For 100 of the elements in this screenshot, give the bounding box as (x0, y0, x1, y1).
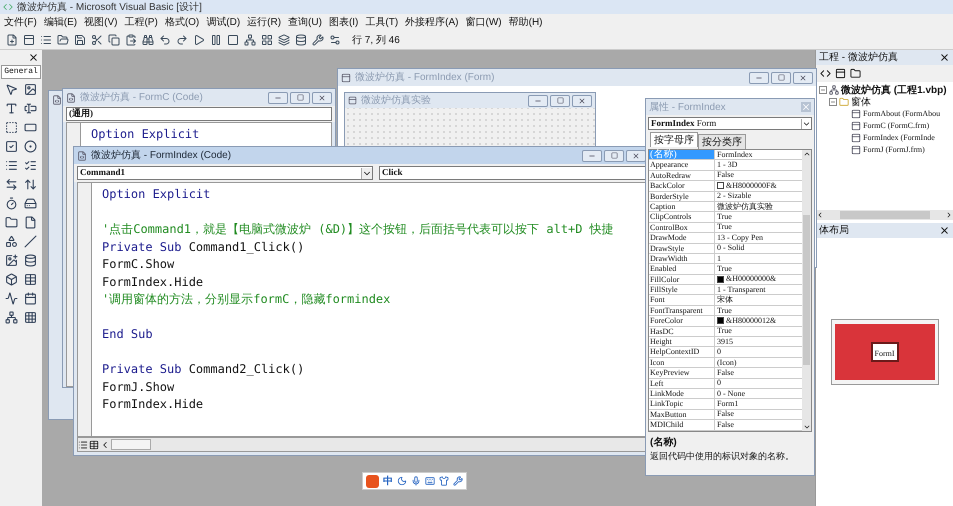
radio-icon[interactable] (24, 140, 37, 153)
property-value[interactable]: False (717, 170, 734, 180)
property-value[interactable]: 13 - Copy Pen (717, 232, 763, 243)
save-icon[interactable] (74, 34, 86, 46)
property-value[interactable]: False (717, 409, 734, 420)
menu-item[interactable]: 格式(O) (164, 15, 200, 30)
cut-icon[interactable] (91, 34, 103, 46)
chart-icon[interactable] (5, 292, 18, 305)
property-name[interactable]: DrawStyle (649, 244, 715, 254)
maximize-button[interactable] (290, 92, 310, 104)
tab[interactable]: 按分类序 (698, 134, 746, 149)
shirt-icon[interactable] (439, 476, 449, 486)
property-value[interactable]: 1 - 3D (717, 160, 738, 170)
frame-icon[interactable] (5, 121, 18, 134)
folder-icon[interactable] (5, 216, 18, 229)
property-value[interactable]: True (717, 222, 732, 232)
scrollbar-thumb[interactable] (803, 215, 810, 366)
view-code-icon[interactable] (820, 68, 831, 79)
property-name[interactable]: HelpContextID (649, 347, 715, 358)
property-value[interactable]: &H8000000F& (726, 180, 777, 191)
scrollbar-thumb[interactable] (840, 211, 930, 219)
menu-item[interactable]: 查询(U) (288, 15, 322, 30)
minimize-button[interactable] (749, 72, 769, 84)
property-value[interactable]: True (717, 212, 732, 222)
property-value[interactable]: True (717, 264, 732, 274)
copy-icon[interactable] (108, 34, 120, 46)
property-name[interactable]: Icon (649, 358, 715, 368)
menu-item[interactable]: 文件(F) (4, 15, 37, 30)
checkbox-icon[interactable] (5, 140, 18, 153)
property-name[interactable]: LinkTopic (649, 399, 715, 410)
file-icon[interactable] (24, 216, 37, 229)
property-value[interactable]: Form1 (717, 399, 738, 410)
pointer-icon[interactable] (5, 83, 18, 96)
property-name[interactable]: AutoRedraw (649, 170, 715, 182)
calendar-icon[interactable] (24, 292, 37, 305)
property-name[interactable]: DrawWidth (649, 254, 715, 264)
tree-item[interactable]: FormAbout (FormAbou (863, 108, 940, 120)
timer-icon[interactable] (5, 197, 18, 210)
drive-icon[interactable] (24, 197, 37, 210)
property-value[interactable]: 1 (717, 254, 721, 264)
property-name[interactable]: Left (649, 378, 715, 389)
maximize-button[interactable] (771, 72, 791, 84)
menu-item[interactable]: 运行(R) (247, 15, 282, 30)
property-value[interactable]: FormIndex (717, 150, 753, 160)
collapse-icon[interactable] (819, 86, 827, 94)
tree-item[interactable]: FormC (FormC.frm) (863, 120, 930, 132)
wrench-icon[interactable] (453, 476, 463, 486)
property-name[interactable]: FillStyle (649, 285, 715, 296)
play-icon[interactable] (193, 34, 205, 46)
minimize-button[interactable] (268, 92, 288, 104)
scroll-left-icon[interactable] (816, 211, 824, 219)
menu-item[interactable]: 窗口(W) (466, 15, 502, 30)
redo-icon[interactable] (176, 34, 188, 46)
grid-icon[interactable] (24, 311, 37, 324)
toggle-folders-icon[interactable] (850, 68, 861, 79)
input-mode[interactable]: 中 (383, 474, 393, 488)
view-object-icon[interactable] (835, 68, 846, 79)
keyboard-icon[interactable] (425, 476, 435, 486)
scroll-up-icon[interactable] (802, 150, 810, 158)
undo-icon[interactable] (159, 34, 171, 46)
property-name[interactable]: BorderStyle (649, 192, 715, 202)
property-name[interactable]: BackColor (649, 181, 715, 192)
property-value[interactable]: 0 (717, 378, 721, 388)
tree-item[interactable]: FormJ (FormJ.frm) (863, 144, 925, 156)
menu-item[interactable]: 调试(D) (206, 15, 240, 30)
maximize-button[interactable] (550, 94, 570, 106)
property-value[interactable]: False (717, 368, 734, 378)
menu-item[interactable]: 外接程序(A) (405, 15, 459, 30)
scrollbar[interactable] (816, 210, 953, 220)
object-dropdown[interactable]: (通用) (66, 107, 332, 121)
property-name[interactable]: Height (649, 337, 715, 348)
pause-icon[interactable] (210, 34, 222, 46)
property-value[interactable]: 1 - Transparent (717, 284, 766, 295)
moon-icon[interactable] (397, 476, 407, 486)
object-dropdown[interactable]: Command1 (77, 166, 373, 180)
maximize-button[interactable] (604, 150, 624, 162)
scrollbar-thumb[interactable] (111, 439, 151, 450)
close-icon[interactable] (28, 52, 39, 63)
property-value[interactable]: 微波炉仿真实验 (717, 202, 773, 212)
code-editor[interactable] (77, 182, 646, 437)
shapes-icon[interactable] (5, 235, 18, 248)
tree-icon[interactable] (5, 311, 18, 324)
add-project-icon[interactable] (6, 34, 18, 46)
close-icon[interactable] (939, 225, 950, 236)
menu-item[interactable]: 工程(P) (124, 15, 158, 30)
property-value[interactable]: 2 - Sizable (717, 191, 752, 202)
stop-icon[interactable] (227, 34, 239, 46)
close-icon[interactable] (939, 52, 950, 63)
object-dropdown[interactable]: FormIndex Form (648, 117, 812, 130)
property-name[interactable]: KeyPreview (649, 368, 715, 379)
property-value[interactable]: 0 - None (717, 388, 745, 399)
property-name[interactable]: ForeColor (649, 316, 715, 327)
property-value[interactable]: True (717, 326, 732, 336)
scroll-right-icon[interactable] (945, 211, 953, 219)
property-name[interactable]: Appearance (649, 160, 715, 171)
find-icon[interactable] (142, 34, 154, 46)
textbox-icon[interactable] (24, 102, 37, 115)
tree-item[interactable]: 微波炉仿真 (工程1.vbp) (841, 82, 947, 98)
property-value[interactable]: 宋体 (717, 295, 733, 306)
minimize-button[interactable] (582, 150, 602, 162)
